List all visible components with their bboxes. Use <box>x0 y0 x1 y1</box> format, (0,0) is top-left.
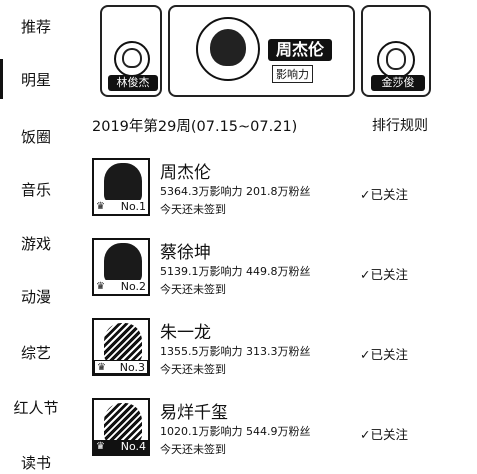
crown-icon: ♛ <box>96 201 105 212</box>
week-title: 2019年第29周(07.15~07.21) <box>92 119 298 135</box>
rank-badge: ♛ No.2 <box>94 280 148 294</box>
star-stats: 1355.5万影响力 313.3万粉丝 <box>160 345 311 358</box>
card-subtitle: 影响力 <box>272 65 313 83</box>
rank-badge: ♛ No.3 <box>94 360 148 374</box>
checkin-status: 今天还未签到 <box>160 203 226 216</box>
star-avatar[interactable]: ♛ No.1 <box>92 158 150 216</box>
ranking-row[interactable]: ♛ No.3 朱一龙 1355.5万影响力 313.3万粉丝 今天还未签到 ✓已关… <box>92 318 477 388</box>
star-name[interactable]: 朱一龙 <box>160 318 211 343</box>
checkin-status: 今天还未签到 <box>160 443 226 456</box>
ranking-row[interactable]: ♛ No.2 蔡徐坤 5139.1万影响力 449.8万粉丝 今天还未签到 ✓已关… <box>92 238 477 308</box>
portrait-image <box>210 28 246 66</box>
rank-badge: ♛ No.4 <box>94 440 148 454</box>
crown-icon: ♛ <box>97 362 106 373</box>
carousel-card-right[interactable]: 金莎俊 <box>361 5 431 97</box>
star-name[interactable]: 周杰伦 <box>160 158 211 183</box>
featured-carousel[interactable]: 林俊杰 周杰伦 影响力 金莎俊 <box>95 5 477 101</box>
card-name-banner: 林俊杰 <box>108 75 158 91</box>
carousel-card-center[interactable]: 周杰伦 影响力 <box>168 5 355 97</box>
ranking-rules-link[interactable]: 排行规则 <box>372 115 428 135</box>
sidebar-item-fan-circle[interactable]: 饭圈 <box>0 126 72 147</box>
card-name-banner: 金莎俊 <box>371 75 425 91</box>
sidebar-item-stars[interactable]: 明星 <box>0 59 72 99</box>
portrait-image <box>104 163 142 203</box>
avatar <box>196 17 260 81</box>
portrait-image <box>104 243 142 283</box>
portrait-image <box>104 403 142 443</box>
ranking-row[interactable]: ♛ No.4 易烊千玺 1020.1万影响力 544.9万粉丝 今天还未签到 ✓已… <box>92 398 477 468</box>
category-sidebar: 推荐 明星 饭圈 音乐 游戏 动漫 综艺 红人节 读书 <box>0 0 72 474</box>
sidebar-item-influencer-festival[interactable]: 红人节 <box>0 397 72 418</box>
sidebar-item-anime[interactable]: 动漫 <box>0 286 72 307</box>
sidebar-item-variety[interactable]: 综艺 <box>0 342 72 363</box>
star-avatar[interactable]: ♛ No.4 <box>92 398 150 456</box>
follow-button[interactable]: ✓已关注 <box>360 184 408 203</box>
carousel-card-left[interactable]: 林俊杰 <box>100 5 162 97</box>
follow-button[interactable]: ✓已关注 <box>360 344 408 363</box>
star-avatar[interactable]: ♛ No.2 <box>92 238 150 296</box>
card-name-banner: 周杰伦 <box>268 39 332 61</box>
rank-badge: ♛ No.1 <box>94 200 148 214</box>
checkin-status: 今天还未签到 <box>160 363 226 376</box>
star-stats: 5364.3万影响力 201.8万粉丝 <box>160 185 311 198</box>
follow-button[interactable]: ✓已关注 <box>360 424 408 443</box>
portrait-image <box>385 48 407 70</box>
star-name[interactable]: 蔡徐坤 <box>160 238 211 263</box>
sidebar-item-games[interactable]: 游戏 <box>0 233 72 254</box>
portrait-image <box>122 48 142 68</box>
portrait-image <box>104 323 142 363</box>
avatar <box>377 41 415 79</box>
star-stats: 5139.1万影响力 449.8万粉丝 <box>160 265 311 278</box>
sidebar-item-music[interactable]: 音乐 <box>0 179 72 200</box>
crown-icon: ♛ <box>96 441 105 452</box>
crown-icon: ♛ <box>96 281 105 292</box>
checkin-status: 今天还未签到 <box>160 283 226 296</box>
star-avatar[interactable]: ♛ No.3 <box>92 318 150 376</box>
avatar <box>114 41 150 77</box>
sidebar-item-reading[interactable]: 读书 <box>0 452 72 473</box>
sidebar-item-recommend[interactable]: 推荐 <box>0 16 72 37</box>
follow-button[interactable]: ✓已关注 <box>360 264 408 283</box>
star-stats: 1020.1万影响力 544.9万粉丝 <box>160 425 311 438</box>
ranking-row[interactable]: ♛ No.1 周杰伦 5364.3万影响力 201.8万粉丝 今天还未签到 ✓已关… <box>92 158 477 228</box>
star-name[interactable]: 易烊千玺 <box>160 398 228 423</box>
